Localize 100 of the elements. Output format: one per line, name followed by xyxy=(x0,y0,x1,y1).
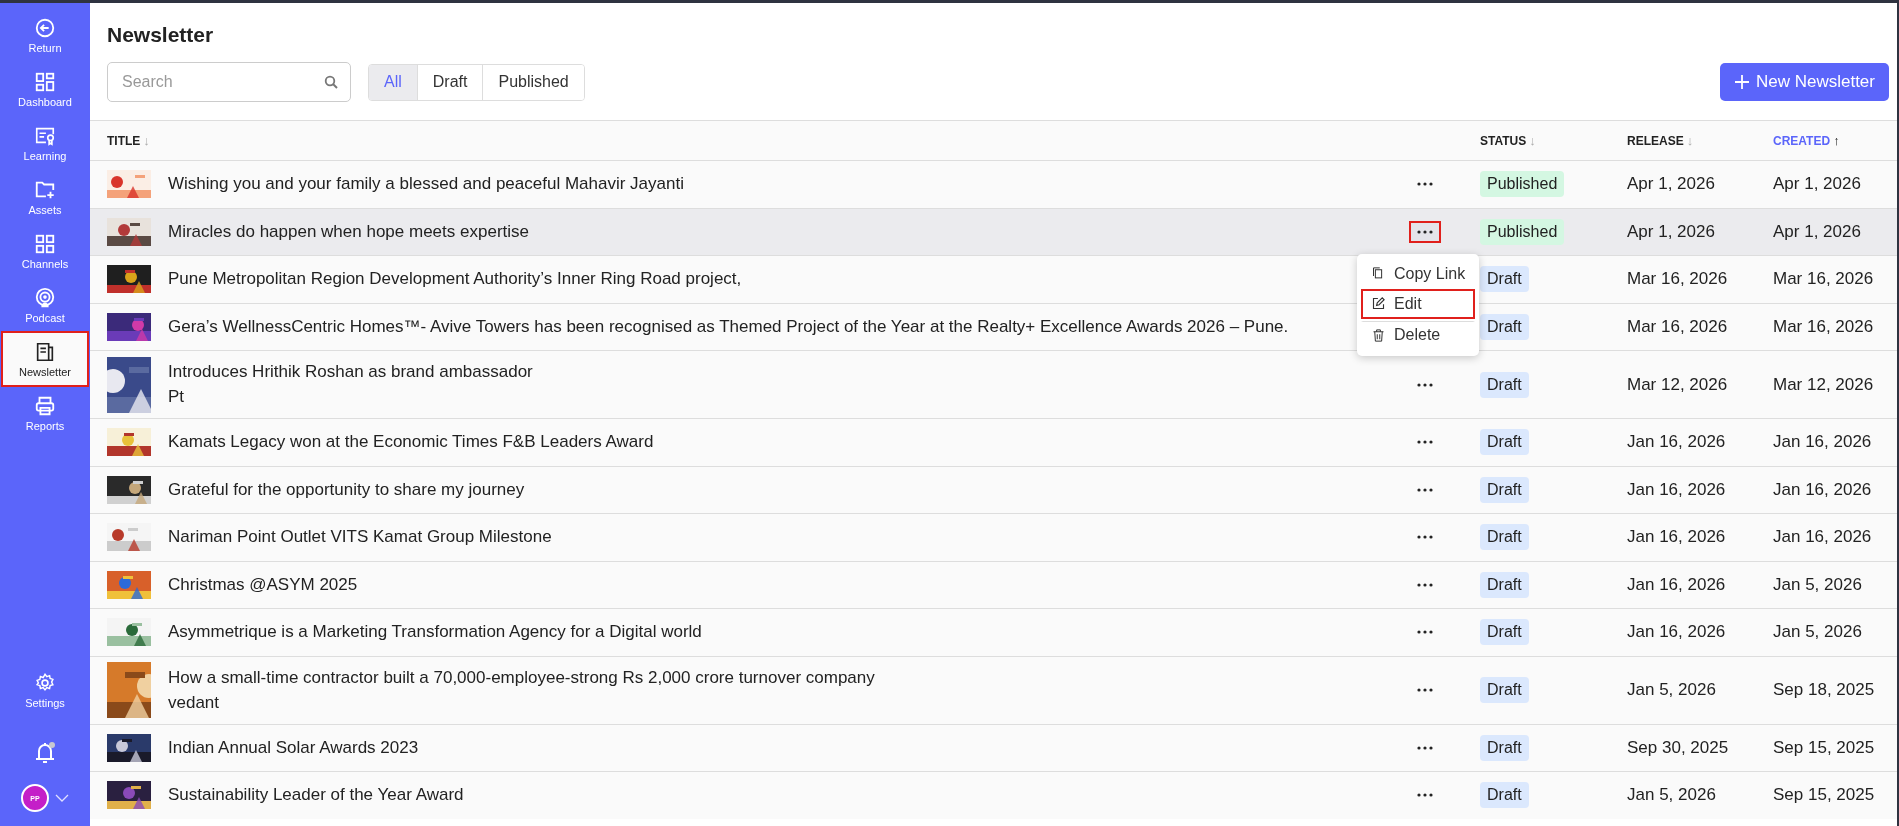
more-icon xyxy=(1417,535,1433,540)
created-date: Jan 16, 2026 xyxy=(1773,527,1873,548)
newsletter-title[interactable]: Gera’s WellnessCentric Homes™- Avive Towers has been recognised as Themed Project of the Year at the Realty+ Excellence Awards 2026 – Pune. xyxy=(168,316,1289,337)
newsletter-title[interactable]: Sustainability Leader of the Year Award xyxy=(168,785,464,806)
table-row[interactable]: Kamats Legacy won at the Economic Times F&B Leaders Award Draft Jan 16, 2026 Jan 16, 2026 xyxy=(90,418,1897,466)
status-badge: Draft xyxy=(1480,677,1529,703)
search-input[interactable]: Search xyxy=(120,72,324,92)
status-badge: Draft xyxy=(1480,734,1529,761)
sidebar-item[interactable]: Assets xyxy=(3,171,87,223)
more-icon xyxy=(1417,745,1433,750)
sidebar-item[interactable]: Newsletter xyxy=(3,333,87,385)
page-title: Newsletter xyxy=(107,23,215,47)
search-icon xyxy=(324,75,338,89)
menu-item[interactable]: Delete xyxy=(1361,320,1476,351)
status-badge: Draft xyxy=(1480,429,1529,456)
newsletter-title[interactable]: Wishing you and your family a blessed and peaceful Mahavir Jayanti xyxy=(168,174,684,195)
status-badge: Published xyxy=(1480,171,1565,198)
created-date: Sep 15, 2025 xyxy=(1773,785,1876,806)
nav-icon xyxy=(34,286,56,309)
menu-item[interactable]: Edit xyxy=(1361,288,1476,319)
release-date: Jan 16, 2026 xyxy=(1627,622,1727,643)
release-date: Jan 16, 2026 xyxy=(1627,574,1727,595)
more-icon xyxy=(1417,229,1433,234)
status-badge: Draft xyxy=(1480,524,1529,551)
release-date: Jan 5, 2026 xyxy=(1627,785,1717,806)
table-row[interactable]: Grateful for the opportunity to share my journey Draft Jan 16, 2026 Jan 16, 2026 xyxy=(90,465,1897,513)
table-row[interactable]: Sustainability Leader of the Year Award Draft Jan 5, 2026 Sep 15, 2025 xyxy=(90,771,1897,819)
menu-item[interactable]: Copy Link xyxy=(1361,258,1476,289)
column-header[interactable]: CREATED xyxy=(1773,133,1831,148)
newsletter-title[interactable]: Nariman Point Outlet VITS Kamat Group Milestone xyxy=(168,527,552,548)
more-icon xyxy=(1417,440,1433,445)
release-date: Sep 30, 2025 xyxy=(1627,737,1730,758)
created-date: Jan 16, 2026 xyxy=(1773,479,1873,500)
status-badge: Draft xyxy=(1480,782,1529,809)
newsletter-title[interactable]: Pune Metropolitan Region Development Authority’s Inner Ring Road project, xyxy=(168,269,742,290)
column-header[interactable]: TITLE xyxy=(107,133,141,148)
filter-tab[interactable]: All xyxy=(369,64,417,100)
sidebar-item[interactable]: Return xyxy=(3,9,87,61)
status-badge: Draft xyxy=(1480,476,1529,503)
edit-icon xyxy=(1371,296,1386,312)
sort-arrow[interactable]: ↑ xyxy=(1833,133,1840,148)
table-row[interactable]: Wishing you and your family a blessed and peaceful Mahavir Jayanti Published Apr 1, 2026 Apr 1, 2026 xyxy=(90,160,1897,208)
status-badge: Draft xyxy=(1480,313,1529,340)
status-badge: Draft xyxy=(1480,371,1529,398)
settings-button[interactable]: Settings xyxy=(3,664,87,716)
more-icon xyxy=(1417,688,1433,692)
filter-tab[interactable]: Published xyxy=(482,64,584,100)
table-row[interactable]: Christmas @ASYM 2025 Draft Jan 16, 2026 Jan 5, 2026 xyxy=(90,560,1897,608)
sidebar-item[interactable]: Podcast xyxy=(3,279,87,331)
created-date: Mar 16, 2026 xyxy=(1773,269,1875,290)
plus-icon xyxy=(1733,74,1750,90)
release-date: Jan 16, 2026 xyxy=(1627,432,1727,453)
chevron-down-icon[interactable] xyxy=(55,793,69,803)
table-row[interactable]: How a small-time contractor built a 70,000-employee-strong Rs 2,000 crore turnover company vedant Draft Jan 5, 2026 Sep 18, 2025 xyxy=(90,655,1897,724)
created-date: Sep 18, 2025 xyxy=(1773,680,1876,700)
table-row[interactable]: Indian Annual Solar Awards 2023 Draft Sep 30, 2025 Sep 15, 2025 xyxy=(90,723,1897,771)
release-date: Jan 16, 2026 xyxy=(1627,527,1727,548)
release-date: Mar 16, 2026 xyxy=(1627,316,1729,337)
created-date: Mar 12, 2026 xyxy=(1773,374,1875,395)
newsletter-title[interactable]: Asymmetrique is a Marketing Transformation Agency for a Digital world xyxy=(168,622,702,643)
status-badge: Published xyxy=(1480,218,1565,245)
trash-icon xyxy=(1371,327,1386,343)
more-icon xyxy=(1417,582,1433,587)
sidebar-item[interactable]: Channels xyxy=(3,225,87,277)
nav-icon xyxy=(34,232,56,255)
more-icon xyxy=(1417,793,1433,798)
search-field[interactable]: Search xyxy=(107,62,351,102)
created-date: Mar 16, 2026 xyxy=(1773,316,1875,337)
newsletter-title[interactable]: How a small-time contractor built a 70,000-employee-strong Rs 2,000 crore turnover company xyxy=(168,667,875,688)
nav-icon xyxy=(34,394,56,417)
created-date: Apr 1, 2026 xyxy=(1773,174,1862,195)
more-button[interactable] xyxy=(1409,220,1441,243)
bell-icon[interactable] xyxy=(33,740,57,766)
newsletter-title[interactable]: Indian Annual Solar Awards 2023 xyxy=(168,737,419,758)
newsletter-title[interactable]: Miracles do happen when hope meets expertise xyxy=(168,221,529,242)
column-header[interactable]: STATUS xyxy=(1480,133,1527,148)
sidebar-item[interactable]: Learning xyxy=(3,117,87,169)
sidebar-item[interactable]: Reports xyxy=(3,387,87,439)
status-badge: Draft xyxy=(1480,619,1529,646)
created-date: Apr 1, 2026 xyxy=(1773,221,1862,242)
table-row[interactable]: Asymmetrique is a Marketing Transformation Agency for a Digital world Draft Jan 16, 2026 Jan 5, 2026 xyxy=(90,608,1897,656)
table-row[interactable]: Nariman Point Outlet VITS Kamat Group Milestone Draft Jan 16, 2026 Jan 16, 2026 xyxy=(90,513,1897,561)
sidebar-item[interactable]: Dashboard xyxy=(3,63,87,115)
newsletter-title[interactable]: Introduces Hrithik Roshan as brand ambassador xyxy=(168,362,533,382)
newsletter-title[interactable]: Christmas @ASYM 2025 xyxy=(168,574,358,595)
release-date: Apr 1, 2026 xyxy=(1627,221,1716,242)
more-icon xyxy=(1417,487,1433,492)
table-row[interactable]: Introduces Hrithik Roshan as brand ambassador Pt Draft Mar 12, 2026 Mar 12, 2026 xyxy=(90,350,1897,418)
nav-icon xyxy=(34,16,56,39)
newsletter-title[interactable]: Grateful for the opportunity to share my journey xyxy=(168,479,525,500)
new-newsletter-button[interactable]: New Newsletter xyxy=(1719,63,1889,101)
status-badge: Draft xyxy=(1480,571,1529,598)
release-date: Mar 16, 2026 xyxy=(1627,269,1729,290)
status-badge: Draft xyxy=(1480,266,1529,293)
column-header[interactable]: RELEASE xyxy=(1627,133,1684,148)
newsletter-author: Pt xyxy=(168,387,186,407)
created-date: Jan 16, 2026 xyxy=(1773,432,1873,453)
nav-icon xyxy=(34,340,56,363)
release-date: Jan 5, 2026 xyxy=(1627,680,1717,700)
newsletter-title[interactable]: Kamats Legacy won at the Economic Times F&B Leaders Award xyxy=(168,432,654,453)
